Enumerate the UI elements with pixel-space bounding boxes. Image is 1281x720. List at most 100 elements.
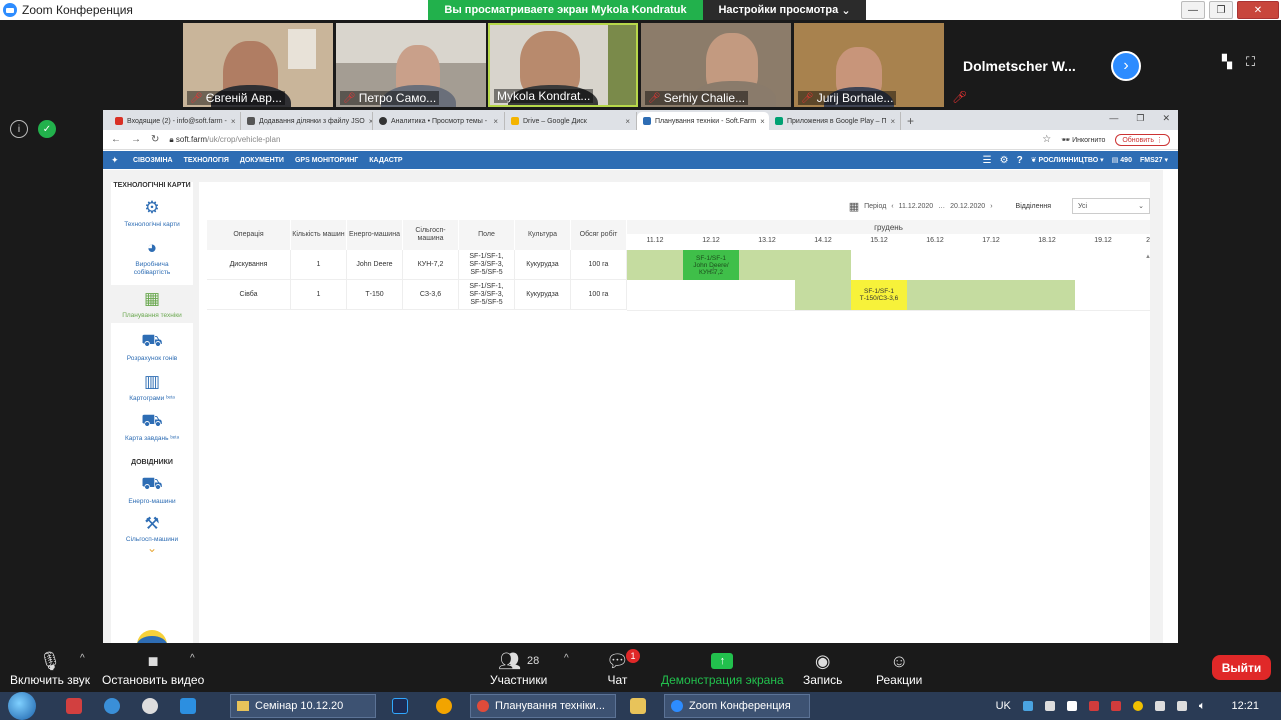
sidebar-item-cost[interactable]: ◕ Виробнича собівартість [111, 237, 193, 277]
close-icon[interactable]: ✕ [1237, 1, 1279, 19]
back-icon[interactable]: ← [111, 134, 121, 145]
participant-tile[interactable]: 🎤︎ Jurij Borhale... [794, 23, 944, 107]
crop-mode-select[interactable]: ❦ РОСЛИННИЦТВО ▾ [1031, 156, 1104, 164]
minimize-icon[interactable]: — [1109, 113, 1118, 124]
period-from[interactable]: 11.12.2020 [899, 203, 934, 210]
nav-technology[interactable]: ТЕХНОЛОГІЯ [184, 157, 229, 164]
caret-up-icon[interactable]: ^ [190, 653, 195, 664]
department-select[interactable]: Усі ⌄ [1072, 198, 1150, 214]
work-chip[interactable]: SF-1/SF-1 Т-150/СЗ-3,6 [851, 280, 907, 310]
close-tab-icon[interactable]: × [760, 117, 765, 126]
caret-up-icon[interactable]: ^ [564, 653, 569, 664]
close-tab-icon[interactable]: × [231, 117, 236, 126]
player-icon[interactable] [180, 698, 196, 714]
stop-video-button[interactable]: ■ Остановить видео ^ [102, 649, 204, 688]
nav-rotation[interactable]: СІВОЗМІНА [133, 157, 173, 164]
taskbar-item[interactable]: Семінар 10.12.20 [230, 694, 376, 718]
close-icon[interactable]: ✕ [1162, 113, 1170, 124]
tray-icon[interactable] [1132, 701, 1143, 711]
caret-up-icon[interactable]: ^ [80, 653, 85, 664]
participant-tile-active[interactable]: Mykola Kondrat... [488, 23, 638, 107]
sidebar-item-vehicle-plan[interactable]: ▦ Планування техніки [111, 285, 193, 323]
leave-button[interactable]: Выйти [1212, 655, 1271, 680]
star-icon[interactable]: ☆ [1042, 134, 1051, 145]
tray-icon[interactable] [1044, 701, 1055, 711]
sidebar-item-task-map[interactable]: ⛟ Карта завдань ᵇᵉᵗᵃ [111, 411, 193, 443]
tray-icon[interactable] [1088, 701, 1099, 711]
gear-icon[interactable]: ⚙ [1000, 155, 1009, 166]
sidebar-item-cartograms[interactable]: ▥ Картограми ᵇᵉᵗᵃ [111, 371, 193, 403]
participant-tile[interactable]: 🎤︎ Євгеній Авр... [183, 23, 333, 107]
browser-tab[interactable]: Drive – Google Диск × [505, 112, 637, 130]
browser-tab-active[interactable]: Планування техніки - Soft.Farm × [637, 112, 769, 130]
clock[interactable]: 12:21 [1231, 700, 1259, 712]
plan-bar[interactable] [795, 280, 1075, 310]
eye-icon[interactable] [142, 698, 158, 714]
plan-bar[interactable] [627, 250, 851, 280]
nav-documents[interactable]: ДОКУМЕНТИ [240, 157, 284, 164]
participant-tile[interactable]: 🎤︎ Петро Само... [336, 23, 486, 107]
chat-button[interactable]: 💬︎ Чат 1 [606, 649, 640, 687]
reactions-button[interactable]: ☺ Реакции [876, 649, 922, 688]
unmute-button[interactable]: 🎙︎ Включить звук ^ [10, 649, 90, 688]
nav-cadastre[interactable]: КАДАСТР [369, 157, 402, 164]
participants-button[interactable]: 👥︎ 28 Участники ^ [490, 649, 569, 688]
sidebar-item-implements[interactable]: ⚒ Сільгосп-машини [111, 514, 193, 544]
tray-icon[interactable] [1022, 701, 1033, 711]
list-icon[interactable]: ☰ [983, 155, 992, 166]
next-period-icon[interactable]: › [990, 203, 992, 210]
start-icon[interactable] [8, 692, 36, 720]
close-tab-icon[interactable]: × [625, 117, 630, 126]
app-icon[interactable] [104, 698, 120, 714]
app-icon[interactable] [66, 698, 82, 714]
sidebar-item-tech-maps[interactable]: ⚙ Технологічні карти [111, 197, 193, 229]
tray-icon[interactable] [1110, 701, 1121, 711]
prev-period-icon[interactable]: ‹ [891, 203, 893, 210]
account-menu[interactable]: FMS27 ▾ [1140, 156, 1168, 164]
participant-name-extra[interactable]: Dolmetscher W... [963, 58, 1076, 74]
taskbar-item[interactable]: Планування техніки... [470, 694, 616, 718]
forward-icon[interactable]: → [131, 134, 141, 145]
nav-gps[interactable]: GPS МОНІТОРИНГ [295, 157, 358, 164]
next-page-button[interactable]: › [1111, 51, 1141, 81]
help-icon[interactable]: ? [1017, 155, 1023, 166]
flag-icon[interactable] [1176, 701, 1187, 711]
scroll-up-icon[interactable]: ▲ [1145, 254, 1151, 260]
photoshop-icon[interactable] [392, 698, 408, 714]
scroll-down-icon[interactable]: ⌄ [111, 542, 193, 554]
scrollbar[interactable] [1163, 170, 1178, 643]
browser-tab[interactable]: Аналитика • Просмотр темы - × [373, 112, 505, 130]
share-screen-button[interactable]: ↑ Демонстрация экрана [661, 649, 784, 687]
calendar-icon[interactable]: ▦ [849, 200, 859, 213]
record-button[interactable]: ◉ Запись [803, 649, 842, 688]
new-tab-icon[interactable]: + [907, 114, 914, 128]
softfarm-logo-icon[interactable]: ✦ [111, 155, 125, 165]
close-tab-icon[interactable]: × [891, 117, 896, 126]
update-button[interactable]: Обновить ⋮ [1115, 133, 1170, 146]
maximize-icon[interactable]: ❐ [1209, 1, 1233, 19]
info-icon[interactable]: i [10, 120, 28, 138]
participant-tile[interactable]: 🎤︎ Serhiy Chalie... [641, 23, 791, 107]
minimize-icon[interactable]: — [1181, 1, 1205, 19]
browser-tab[interactable]: Додавання ділянки з файлу JSO × [241, 112, 373, 130]
period-to[interactable]: 20.12.2020 [950, 203, 985, 210]
reload-icon[interactable]: ↻ [151, 134, 159, 145]
taskbar-item[interactable]: Zoom Конференция [664, 694, 810, 718]
browser-tab[interactable]: Входящие (2) - info@soft.farm - × [109, 112, 241, 130]
close-tab-icon[interactable]: × [493, 117, 498, 126]
app-icon[interactable] [436, 698, 452, 714]
browser-tab[interactable]: Приложения в Google Play – П × [769, 112, 901, 130]
sidebar-item-tractors[interactable]: ⛟ Енерго-машини [111, 474, 193, 506]
cell-operation[interactable]: Дискування [207, 250, 291, 280]
shield-icon[interactable]: ✓ [38, 120, 56, 138]
sidebar-item-passes[interactable]: ⛟ Розрахунок гонів [111, 331, 193, 363]
view-options-button[interactable]: Настройки просмотра ⌄ [703, 0, 866, 20]
chat-widget-icon[interactable] [137, 630, 167, 643]
tray-icon[interactable] [1066, 701, 1077, 711]
language-indicator[interactable]: UK [996, 700, 1011, 712]
fullscreen-icon[interactable]: ⛶ [1246, 54, 1255, 70]
gallery-view-icon[interactable]: ▚ [1222, 54, 1232, 70]
media-icon[interactable] [630, 698, 646, 714]
volume-icon[interactable]: 🔈︎ [1199, 700, 1206, 713]
cell-operation[interactable]: Сівба [207, 280, 291, 310]
